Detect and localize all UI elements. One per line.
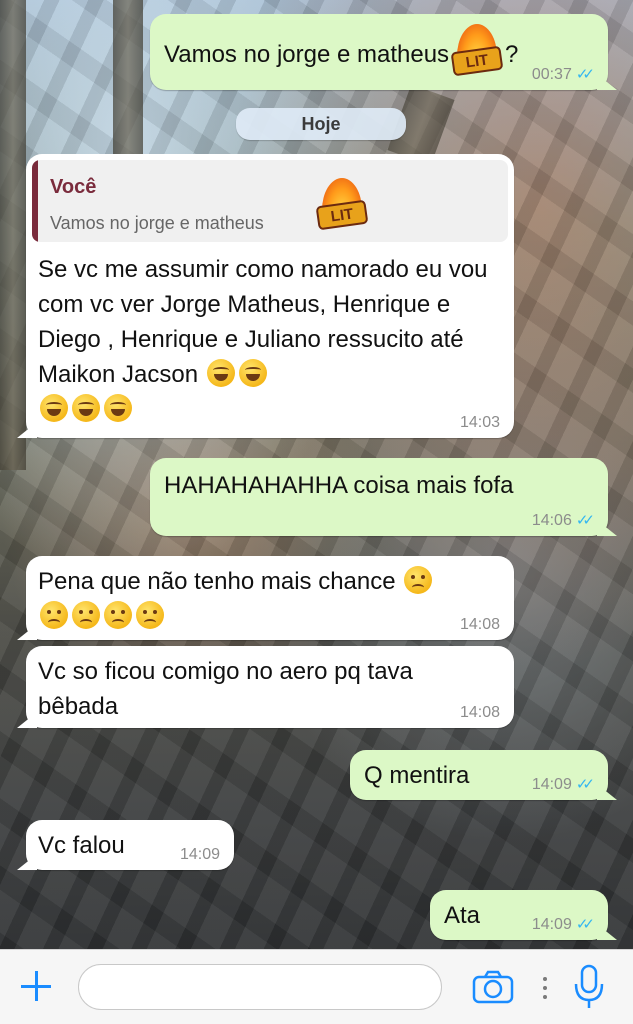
quote-accent-bar: [32, 160, 38, 242]
message-meta: 00:37 ✓✓: [531, 66, 595, 84]
message-outgoing[interactable]: Vamos no jorge e matheus LIT? 00:37 ✓✓: [150, 14, 608, 90]
message-incoming[interactable]: Vc so ficou comigo no aero pq tava bêbad…: [26, 646, 514, 728]
rolling-on-floor-laughing-icon: [40, 394, 68, 422]
message-time: 14:08: [459, 704, 500, 721]
read-ticks-icon: ✓✓: [575, 916, 595, 933]
quoted-message[interactable]: Você Vamos no jorge e matheus LIT: [32, 160, 508, 242]
message-time: 14:03: [459, 414, 500, 431]
rolling-on-floor-laughing-icon: [72, 394, 100, 422]
message-meta: 14:09: [180, 846, 220, 864]
disappointed-face-icon: [72, 601, 100, 629]
disappointed-face-icon: [136, 601, 164, 629]
camera-icon[interactable]: [472, 970, 514, 1004]
date-separator: Hoje: [236, 108, 406, 140]
message-meta: 14:08: [460, 616, 500, 634]
message-body: Se vc me assumir como namorado eu vou co…: [38, 252, 508, 427]
read-ticks-icon: ✓✓: [575, 66, 595, 83]
quote-author: Você: [50, 176, 97, 198]
plus-icon[interactable]: [18, 968, 54, 1004]
message-time: 14:09: [179, 846, 220, 863]
lit-sticker-icon: LIT: [449, 24, 505, 80]
message-text: Vamos no jorge e matheus: [164, 41, 450, 68]
message-time: 14:08: [459, 616, 500, 633]
message-time: 14:09: [531, 916, 572, 933]
rolling-on-floor-laughing-icon: [206, 359, 235, 387]
message-time: 14:06: [531, 512, 572, 529]
message-text: HAHAHAHAHHA coisa mais fofa: [164, 472, 514, 499]
message-text: Vc falou: [38, 832, 125, 859]
disappointed-face-icon: [40, 601, 68, 629]
message-input[interactable]: [78, 964, 442, 1010]
lit-sticker-icon: LIT: [314, 178, 370, 234]
chat-area[interactable]: Vamos no jorge e matheus LIT? 00:37 ✓✓ Ho…: [0, 0, 633, 1024]
read-ticks-icon: ✓✓: [575, 776, 595, 793]
message-text: Pena que não tenho mais chance: [38, 568, 396, 595]
message-incoming[interactable]: Você Vamos no jorge e matheus LIT Se vc …: [26, 154, 514, 438]
disappointed-face-icon: [404, 566, 433, 594]
rolling-on-floor-laughing-icon: [238, 359, 267, 387]
message-incoming[interactable]: Vc falou 14:09: [26, 820, 234, 870]
quote-text: Vamos no jorge e matheus: [50, 213, 264, 233]
microphone-icon[interactable]: [572, 964, 606, 1010]
message-incoming[interactable]: Pena que não tenho mais chance 14:08: [26, 556, 514, 640]
message-meta: 14:08: [460, 704, 500, 722]
message-text: Ata: [444, 902, 481, 929]
message-text: Q mentira: [364, 762, 470, 789]
message-text-suffix: ?: [505, 41, 519, 68]
rolling-on-floor-laughing-icon: [104, 394, 132, 422]
message-meta: 14:09 ✓✓: [531, 776, 595, 794]
message-meta: 14:06 ✓✓: [531, 512, 595, 530]
message-input-bar: [0, 949, 633, 1024]
message-outgoing[interactable]: Q mentira 14:09 ✓✓: [350, 750, 608, 800]
message-time: 14:09: [531, 776, 572, 793]
message-time: 00:37: [531, 66, 572, 83]
more-dots-icon[interactable]: [542, 972, 548, 1002]
message-outgoing[interactable]: Ata 14:09 ✓✓: [430, 890, 608, 940]
disappointed-face-icon: [104, 601, 132, 629]
message-text: Vc so ficou comigo no aero pq tava bêbad…: [38, 658, 420, 720]
message-outgoing[interactable]: HAHAHAHAHHA coisa mais fofa 14:06 ✓✓: [150, 458, 608, 536]
read-ticks-icon: ✓✓: [575, 512, 595, 529]
message-meta: 14:09 ✓✓: [531, 916, 595, 934]
message-meta: 14:03: [460, 414, 500, 432]
